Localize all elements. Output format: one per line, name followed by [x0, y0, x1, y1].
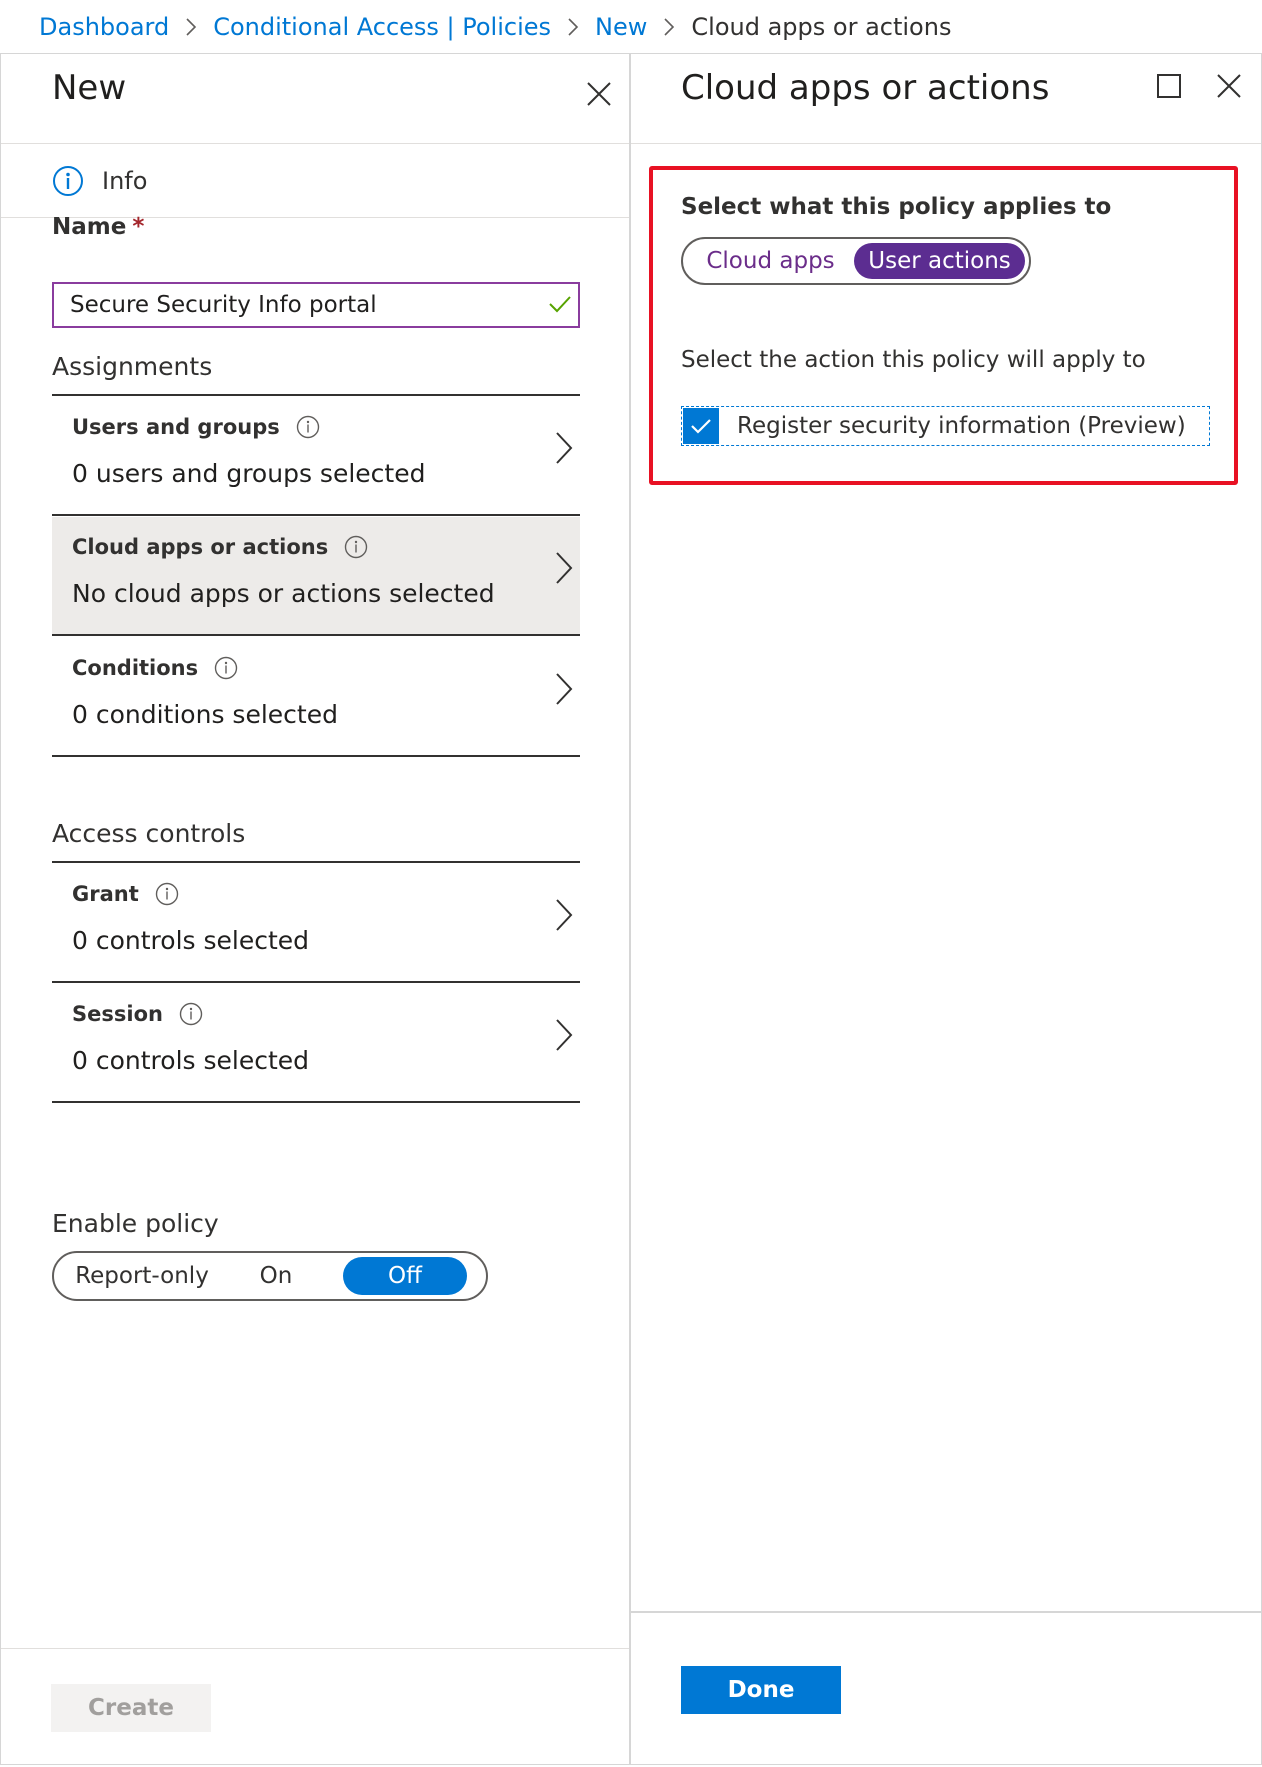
maximize-icon[interactable] — [1151, 68, 1187, 104]
done-button[interactable]: Done — [681, 1666, 841, 1714]
row-label: Session — [72, 1002, 203, 1026]
name-label: Name * — [52, 214, 145, 240]
chevron-right-icon — [554, 551, 574, 589]
info-icon[interactable] — [296, 415, 320, 439]
chevron-right-icon — [554, 431, 574, 469]
enable-policy-toggle: Report-only On Off — [52, 1251, 488, 1301]
breadcrumb-new[interactable]: New — [595, 13, 647, 41]
chevron-right-icon — [567, 17, 579, 37]
row-label: Users and groups — [72, 415, 320, 439]
checkmark-icon — [548, 294, 572, 320]
info-icon[interactable] — [179, 1002, 203, 1026]
info-icon[interactable] — [344, 535, 368, 559]
info-icon[interactable] — [214, 656, 238, 680]
row-label: Conditions — [72, 656, 238, 680]
toggle-report-only[interactable]: Report-only — [57, 1257, 227, 1295]
blade-header: New — [1, 54, 629, 144]
pill-user-actions[interactable]: User actions — [854, 243, 1025, 279]
row-value: 0 users and groups selected — [72, 459, 426, 488]
breadcrumb: Dashboard Conditional Access | Policies … — [0, 0, 1262, 53]
applies-to-label: Select what this policy applies to — [681, 194, 1112, 220]
action-label: Select the action this policy will apply… — [681, 347, 1146, 373]
breadcrumb-current: Cloud apps or actions — [691, 12, 952, 41]
chevron-right-icon — [663, 17, 675, 37]
row-value: 0 controls selected — [72, 926, 310, 955]
checkbox-label: Register security information (Preview) — [737, 413, 1186, 439]
cloud-apps-blade: Cloud apps or actions Select what this p… — [630, 53, 1262, 1765]
new-policy-blade: New Info Name * Secure Security Info port… — [0, 53, 630, 1765]
conditions-row[interactable]: Conditions 0 conditions selected — [52, 638, 580, 757]
required-marker: * — [132, 214, 145, 240]
name-input[interactable]: Secure Security Info portal — [52, 282, 580, 328]
row-value: 0 conditions selected — [72, 700, 338, 729]
breadcrumb-conditional-access[interactable]: Conditional Access | Policies — [213, 13, 551, 41]
applies-to-toggle: Cloud apps User actions — [681, 237, 1031, 285]
row-value: 0 controls selected — [72, 1046, 310, 1075]
session-row[interactable]: Session 0 controls selected — [52, 984, 580, 1103]
assignments-heading: Assignments — [52, 352, 580, 396]
info-icon — [52, 165, 84, 197]
chevron-right-icon — [554, 672, 574, 710]
close-icon[interactable] — [581, 76, 617, 112]
info-icon[interactable] — [155, 882, 179, 906]
access-controls-heading: Access controls — [52, 819, 580, 863]
info-tab[interactable]: Info — [1, 144, 629, 218]
name-input-value: Secure Security Info portal — [70, 292, 377, 318]
blade-footer: Create — [1, 1648, 629, 1766]
toggle-off[interactable]: Off — [343, 1257, 467, 1295]
users-and-groups-row[interactable]: Users and groups 0 users and groups sele… — [52, 397, 580, 516]
info-label: Info — [102, 166, 148, 195]
chevron-right-icon — [554, 898, 574, 936]
pill-cloud-apps[interactable]: Cloud apps — [687, 243, 854, 279]
toggle-on[interactable]: On — [227, 1257, 325, 1295]
cloud-apps-or-actions-row[interactable]: Cloud apps or actions No cloud apps or a… — [52, 517, 580, 636]
chevron-right-icon — [185, 17, 197, 37]
blade-title: New — [52, 68, 127, 108]
blade-footer: Done — [631, 1611, 1261, 1766]
chevron-right-icon — [554, 1018, 574, 1056]
register-security-info-checkbox[interactable]: Register security information (Preview) — [681, 406, 1210, 446]
blade-title: Cloud apps or actions — [681, 68, 1050, 108]
checkbox-checked-icon[interactable] — [683, 408, 719, 444]
breadcrumb-dashboard[interactable]: Dashboard — [39, 13, 169, 41]
close-icon[interactable] — [1211, 68, 1247, 104]
row-label: Cloud apps or actions — [72, 535, 368, 559]
grant-row[interactable]: Grant 0 controls selected — [52, 864, 580, 983]
row-value: No cloud apps or actions selected — [72, 579, 495, 608]
blade-header: Cloud apps or actions — [631, 54, 1261, 144]
row-label: Grant — [72, 882, 179, 906]
enable-policy-label: Enable policy — [52, 1209, 219, 1238]
create-button[interactable]: Create — [51, 1684, 211, 1732]
